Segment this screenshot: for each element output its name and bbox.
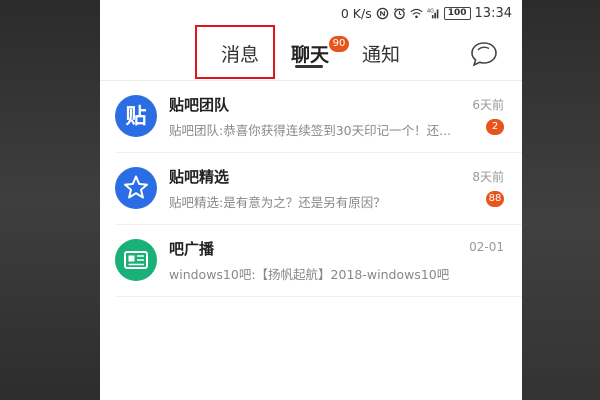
conversation-time: 8天前 — [472, 170, 504, 184]
highlight-box — [195, 25, 275, 79]
conversation-title: 贴吧团队 — [169, 96, 230, 114]
conversation-title: 吧广播 — [169, 240, 215, 258]
conversation-preview: 贴吧精选:是有意为之？还是另有原因？ — [169, 195, 386, 210]
conversation-time: 6天前 — [472, 98, 504, 112]
wifi-icon — [410, 8, 423, 19]
nfc-icon — [376, 7, 388, 20]
conversation-preview: windows10吧:【扬帆起航】2018-windows10吧 — [169, 267, 450, 282]
broadcast-card-icon — [115, 239, 157, 281]
header-tabs: 消息 聊天 90 通知 — [100, 28, 522, 80]
conversation-item-broadcast[interactable]: 吧广播 windows10吧:【扬帆起航】2018-windows10吧 02-… — [100, 225, 522, 297]
conversation-title: 贴吧精选 — [169, 168, 230, 186]
tab-notifications[interactable]: 通知 — [362, 40, 400, 67]
conversation-item-tieba-featured[interactable]: 贴吧精选 贴吧精选:是有意为之？还是另有原因？ 8天前 88 — [100, 153, 522, 225]
tieba-icon: 贴 — [115, 95, 157, 137]
battery-icon: 100 — [443, 7, 471, 20]
chat-unread-badge: 90 — [329, 36, 349, 52]
row-divider — [116, 296, 522, 297]
unread-count-badge: 2 — [486, 119, 504, 135]
background-right — [522, 0, 600, 400]
svg-text:4G: 4G — [427, 9, 434, 15]
unread-count-badge: 88 — [486, 191, 504, 207]
conversation-time: 02-01 — [469, 240, 504, 254]
star-icon — [115, 167, 157, 209]
4g-signal-icon: 4G — [427, 9, 439, 19]
phone-screen: 0 K/s 4G 100 13:34 消息 聊天 90 通知 贴 贴吧团队 贴吧… — [100, 0, 522, 400]
status-bar: 0 K/s 4G 100 13:34 — [100, 0, 522, 28]
conversation-preview: 贴吧团队:恭喜你获得连续签到30天印记一个！还... — [169, 123, 452, 138]
background-left — [0, 0, 100, 400]
active-tab-indicator — [295, 65, 323, 68]
tab-chat[interactable]: 聊天 — [291, 40, 329, 67]
conversation-item-tieba-team[interactable]: 贴 贴吧团队 贴吧团队:恭喜你获得连续签到30天印记一个！还... 6天前 2 — [100, 81, 522, 153]
chat-bubble-icon[interactable] — [469, 40, 499, 68]
network-speed: 0 K/s — [340, 6, 372, 21]
alarm-icon — [393, 7, 405, 20]
avatar-text: 贴 — [125, 104, 147, 128]
clock: 13:34 — [474, 6, 512, 21]
